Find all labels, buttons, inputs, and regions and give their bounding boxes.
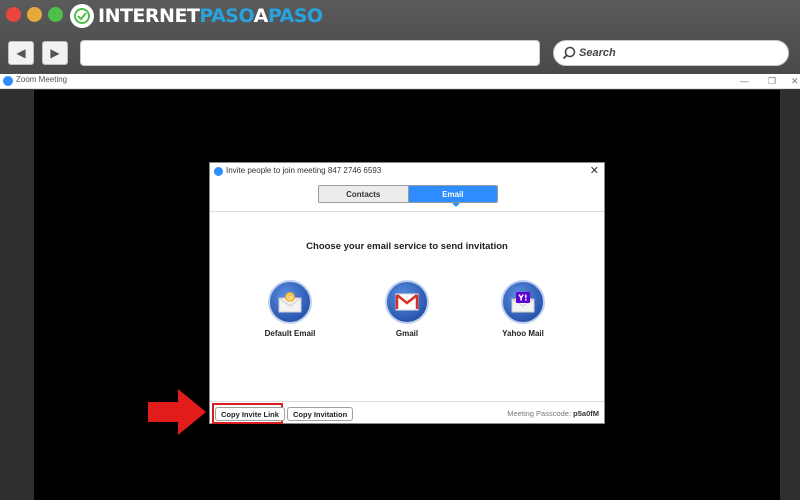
invite-dialog: Invite people to join meeting 847 2746 6… [209, 162, 605, 424]
invite-tabs: Contacts Email [318, 185, 498, 203]
forward-button[interactable]: ▶ [42, 41, 68, 65]
default-email-option[interactable]: @ Default Email [250, 280, 330, 338]
back-button[interactable]: ◀ [8, 41, 34, 65]
meeting-passcode: Meeting Passcode: p5a0fM [507, 409, 599, 418]
yahoo-mail-icon: Y! [501, 280, 545, 324]
dialog-titlebar: Invite people to join meeting 847 2746 6… [210, 163, 604, 180]
tab-email[interactable]: Email [408, 186, 497, 202]
active-tab-indicator [452, 203, 460, 207]
maximize-window-button[interactable] [48, 7, 63, 22]
copy-invite-link-button[interactable]: Copy Invite Link [215, 407, 285, 421]
search-input[interactable] [579, 47, 759, 59]
brand-logo-icon [70, 4, 94, 28]
browser-toolbar: INTERNETPASOAPASO ◀ ▶ [0, 0, 800, 74]
passcode-label: Meeting Passcode: [507, 409, 572, 418]
default-email-label: Default Email [264, 329, 316, 338]
search-icon [562, 46, 576, 60]
search-box[interactable] [553, 40, 789, 66]
dialog-footer: Copy Invite Link Copy Invitation Meeting… [210, 401, 604, 424]
zoom-window-titlebar: Zoom Meeting — ❐ ✕ [0, 74, 800, 89]
close-window-button[interactable] [6, 7, 21, 22]
zoom-app-icon [214, 167, 223, 176]
yahoo-mail-option[interactable]: Y! Yahoo Mail [483, 280, 563, 338]
zoom-app-icon [3, 76, 13, 86]
yahoo-mail-label: Yahoo Mail [502, 329, 544, 338]
gmail-label: Gmail [395, 329, 419, 338]
close-icon[interactable]: ✕ [590, 164, 599, 177]
restore-icon[interactable]: ❐ [768, 74, 776, 88]
dialog-title: Invite people to join meeting 847 2746 6… [226, 166, 382, 175]
minimize-window-button[interactable] [27, 7, 42, 22]
gmail-icon [385, 280, 429, 324]
svg-text:Y!: Y! [517, 294, 527, 303]
back-arrow-icon: ◀ [16, 46, 26, 60]
passcode-value: p5a0fM [573, 409, 599, 418]
copy-invitation-button[interactable]: Copy Invitation [287, 407, 354, 421]
default-email-icon: @ [268, 280, 312, 324]
forward-arrow-icon: ▶ [50, 46, 60, 60]
email-service-heading: Choose your email service to send invita… [306, 241, 508, 252]
red-arrow-icon [148, 389, 206, 435]
address-bar[interactable] [80, 40, 540, 66]
gmail-option[interactable]: Gmail [367, 280, 447, 338]
close-icon[interactable]: ✕ [791, 74, 799, 88]
divider [210, 211, 604, 212]
minimize-icon[interactable]: — [740, 74, 749, 88]
svg-text:@: @ [287, 294, 294, 302]
zoom-window-title: Zoom Meeting [16, 75, 68, 84]
tab-contacts[interactable]: Contacts [319, 186, 409, 202]
site-logo: INTERNETPASOAPASO [70, 3, 323, 29]
brand-name: INTERNETPASOAPASO [98, 5, 323, 27]
